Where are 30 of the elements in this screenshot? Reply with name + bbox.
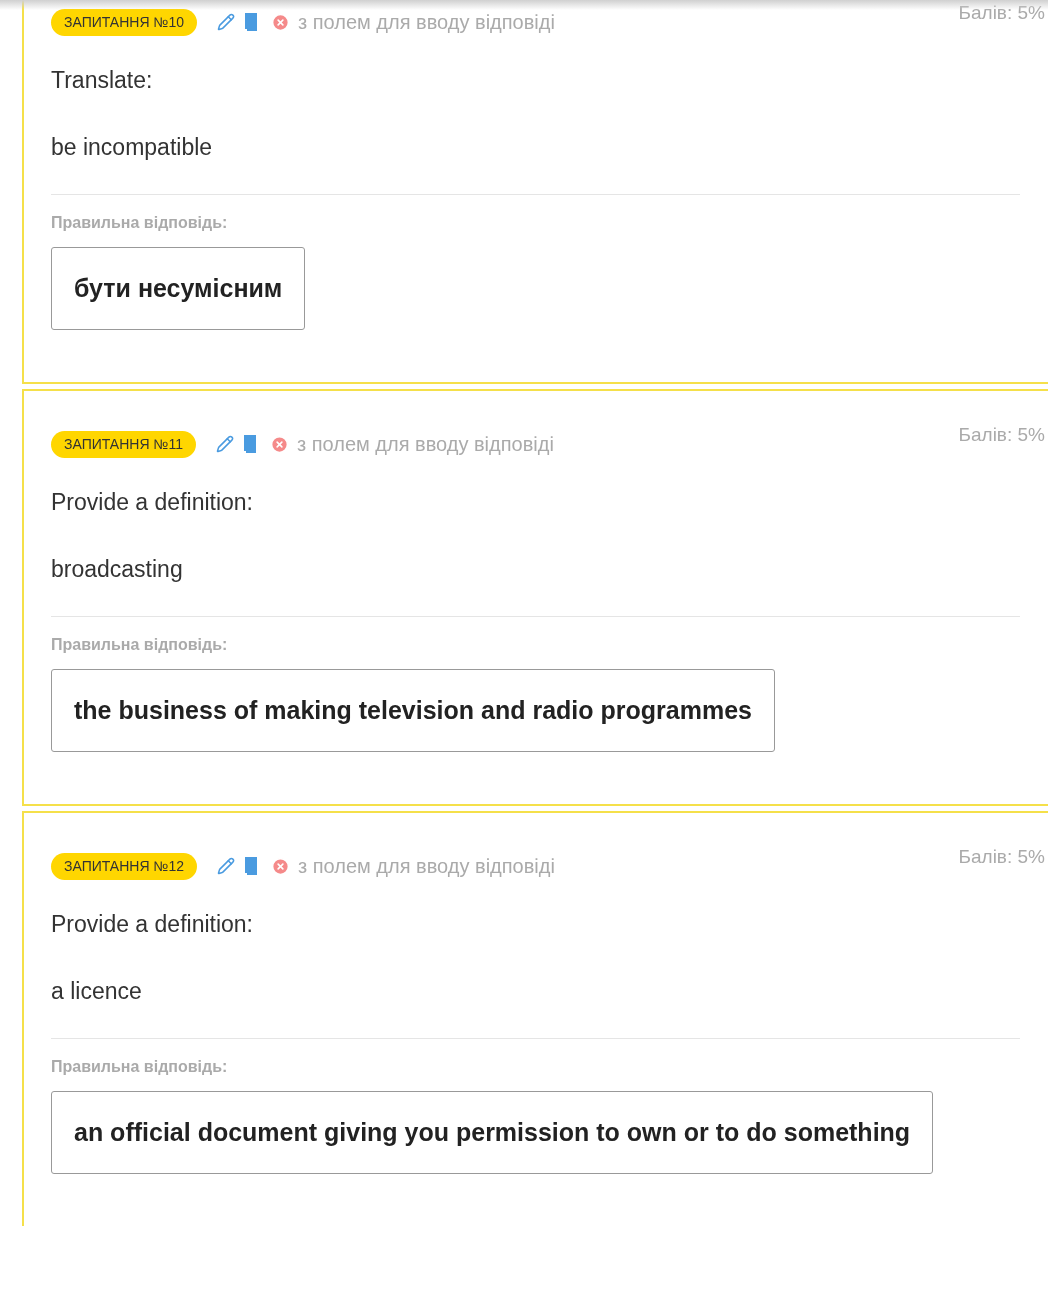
delete-icon[interactable]	[271, 856, 290, 876]
answer-box: an official document giving you permission to own or to do something	[51, 1091, 934, 1174]
score-label: Балів: 5%	[958, 1, 1045, 25]
book-icon[interactable]	[245, 13, 259, 31]
answer-label: Правильна відповідь:	[51, 1057, 229, 1077]
answer-box: бути несумісним	[51, 247, 306, 330]
score-label: Балів: 5%	[958, 845, 1045, 869]
score-label: Балів: 5%	[958, 423, 1045, 447]
answer-label: Правильна відповідь:	[51, 213, 229, 233]
question-type: з полем для вводу відповіді	[296, 432, 554, 457]
answer-box: the business of making television and radio programmes	[51, 669, 775, 752]
question-term: a licence	[51, 976, 143, 1006]
pencil-icon[interactable]	[215, 435, 234, 453]
question-number-badge: ЗАПИТАННЯ №10	[51, 8, 197, 36]
question-prompt: Translate:	[51, 66, 154, 95]
answer-label: Правильна відповідь:	[51, 635, 229, 655]
pencil-icon[interactable]	[217, 13, 235, 31]
delete-icon[interactable]	[271, 12, 290, 32]
question-number-badge: ЗАПИТАННЯ №11	[51, 430, 196, 458]
question-term: be incompatible	[51, 132, 214, 162]
question-prompt: Provide a definition:	[51, 910, 254, 939]
book-icon[interactable]	[243, 435, 258, 453]
question-number-badge: ЗАПИТАННЯ №12	[51, 852, 197, 880]
delete-icon[interactable]	[269, 434, 289, 454]
question-type: з полем для вводу відповіді	[298, 10, 555, 35]
question-term: broadcasting	[51, 554, 184, 584]
question-prompt: Provide a definition:	[51, 488, 254, 517]
pencil-icon[interactable]	[217, 857, 235, 875]
question-type: з полем для вводу відповіді	[298, 854, 555, 879]
book-icon[interactable]	[245, 857, 259, 875]
